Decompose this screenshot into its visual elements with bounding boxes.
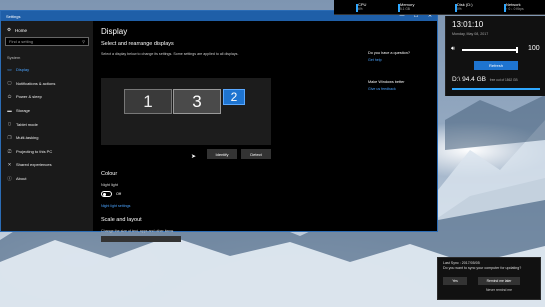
sidebar-home[interactable]: ⚙ Home [5, 25, 89, 35]
sidebar-item-tablet[interactable]: ▯ Tablet mode [5, 117, 89, 131]
drive-letter: D:\ [452, 76, 461, 83]
sidebar-item-label: Power & sleep [16, 94, 42, 100]
drive-info: D:\ 94.4 GB free out of 1862 GB [452, 76, 518, 83]
speaker-icon[interactable]: 🔊︎ [451, 46, 455, 53]
feedback-heading: Make Windows better [368, 80, 405, 84]
sidebar-item-label: Multi-tasking [16, 135, 39, 141]
sidebar-item-label: Projecting to this PC [16, 148, 53, 154]
display-arrangement: 1 3 2 [101, 78, 271, 145]
search-icon: ⚲ [82, 39, 85, 44]
memory-meter: Memory 5.1 GB [398, 2, 414, 12]
notifications-icon: ▢ [7, 80, 12, 86]
volume-fill [462, 49, 518, 51]
monitor-icon: ▭ [7, 66, 12, 72]
drive-usage-bar [452, 88, 540, 90]
monitor-2-selected[interactable]: 2 [223, 89, 245, 105]
detect-button[interactable]: Detect [241, 149, 271, 159]
settings-window: Settings — ☐ ✕ ⚙ Home Find a setting ⚲ S… [0, 10, 438, 242]
info-icon: ⓘ [7, 175, 12, 181]
page-title: Display [101, 27, 128, 36]
network-meter: Network ↑ 0 ↓ 0 Kbps [504, 2, 524, 12]
sidebar-item-label: Notifications & actions [16, 80, 56, 86]
remind-later-button[interactable]: Remind me later [478, 277, 520, 285]
volume-slider[interactable] [462, 47, 518, 53]
shared-experiences-icon: ✕ [7, 161, 12, 167]
refresh-button[interactable]: Refresh [474, 61, 518, 70]
help-aside: Do you have a question? Get help Make Wi… [368, 51, 436, 91]
sidebar-item-label: Display [16, 67, 30, 73]
memory-value: 5.1 GB [400, 7, 410, 11]
scale-dropdown[interactable] [101, 236, 181, 242]
help-question: Do you have a question? [368, 51, 411, 55]
system-monitor-bar: CPU 6% Memory 5.1 GB Disk (D:) 0% Networ… [334, 0, 545, 15]
night-light-toggle[interactable] [101, 191, 112, 197]
scale-heading: Scale and layout [101, 217, 142, 223]
clock-date: Monday, May 08, 2017 [452, 32, 489, 36]
disk-meter: Disk (D:) 0% [455, 2, 473, 12]
sidebar-item-label: Shared experiences [16, 162, 52, 168]
monitor-1[interactable]: 1 [124, 89, 172, 114]
volume-handle[interactable] [515, 47, 518, 53]
search-placeholder: Find a setting [9, 39, 34, 44]
sidebar-item-shared[interactable]: ✕ Shared experiences [5, 158, 89, 172]
sidebar-item-about[interactable]: ⓘ About [5, 172, 89, 186]
sidebar-home-label: Home [15, 27, 28, 33]
drive-free: free out of 1862 GB [489, 78, 518, 82]
night-light-state: Off [116, 192, 121, 196]
multitasking-icon: ❐ [7, 134, 12, 140]
colour-heading: Colour [101, 171, 118, 177]
clock-time: 13:01:10 [452, 20, 484, 29]
sidebar-section-label: System [7, 55, 21, 60]
cpu-meter: CPU 6% [356, 2, 366, 12]
sync-notification: Last Sync : 2017/05/05 Do you want to sy… [437, 257, 541, 300]
power-icon: ⏻ [7, 94, 12, 100]
sidebar-item-projecting[interactable]: ⎚ Projecting to this PC [5, 145, 89, 159]
storage-icon: ▬ [7, 108, 12, 114]
sidebar-item-power[interactable]: ⏻ Power & sleep [5, 90, 89, 104]
sidebar: ⚙ Home Find a setting ⚲ System ▭ Display… [1, 21, 93, 231]
sidebar-item-display[interactable]: ▭ Display [5, 63, 89, 77]
drive-size: 94.4 GB [462, 76, 486, 83]
projecting-icon: ⎚ [7, 148, 12, 154]
mouse-cursor: ➤ [191, 154, 197, 160]
sidebar-item-multitasking[interactable]: ❐ Multi-tasking [5, 131, 89, 145]
disk-bar [455, 4, 457, 12]
sidebar-item-label: About [16, 176, 27, 182]
sidebar-item-label: Storage [16, 108, 31, 114]
network-bar [504, 4, 506, 12]
yes-button[interactable]: Yes [443, 277, 467, 285]
notification-line2: Do you want to sync your computer for up… [443, 266, 522, 270]
volume-value: 100 [528, 45, 540, 52]
info-widget: 13:01:10 Monday, May 08, 2017 🔊︎ 100 Ref… [445, 16, 545, 96]
give-feedback-link[interactable]: Give us feedback [368, 87, 436, 91]
rearrange-heading: Select and rearrange displays [101, 41, 174, 47]
disk-value: 0% [457, 7, 462, 11]
cpu-value: 6% [358, 7, 363, 11]
sidebar-item-label: Tablet mode [16, 121, 38, 127]
memory-bar [398, 4, 400, 12]
cpu-bar [356, 4, 358, 12]
monitor-3[interactable]: 3 [173, 89, 221, 114]
never-remind-button[interactable]: Never remind me [478, 286, 520, 294]
main-content: Display Select and rearrange displays Se… [93, 21, 437, 242]
tablet-icon: ▯ [8, 121, 11, 127]
identify-button[interactable]: Identify [207, 149, 237, 159]
night-light-settings-link[interactable]: Night light settings [101, 204, 130, 208]
search-input[interactable]: Find a setting ⚲ [5, 37, 89, 46]
night-light-label: Night light [101, 183, 118, 187]
sidebar-item-storage[interactable]: ▬ Storage [5, 104, 89, 118]
gear-icon: ⚙ [7, 27, 12, 32]
network-value: ↑ 0 ↓ 0 Kbps [506, 7, 524, 11]
sidebar-item-notifications[interactable]: ▢ Notifications & actions [5, 77, 89, 91]
scale-description: Change the size of text, apps and other … [101, 229, 174, 233]
